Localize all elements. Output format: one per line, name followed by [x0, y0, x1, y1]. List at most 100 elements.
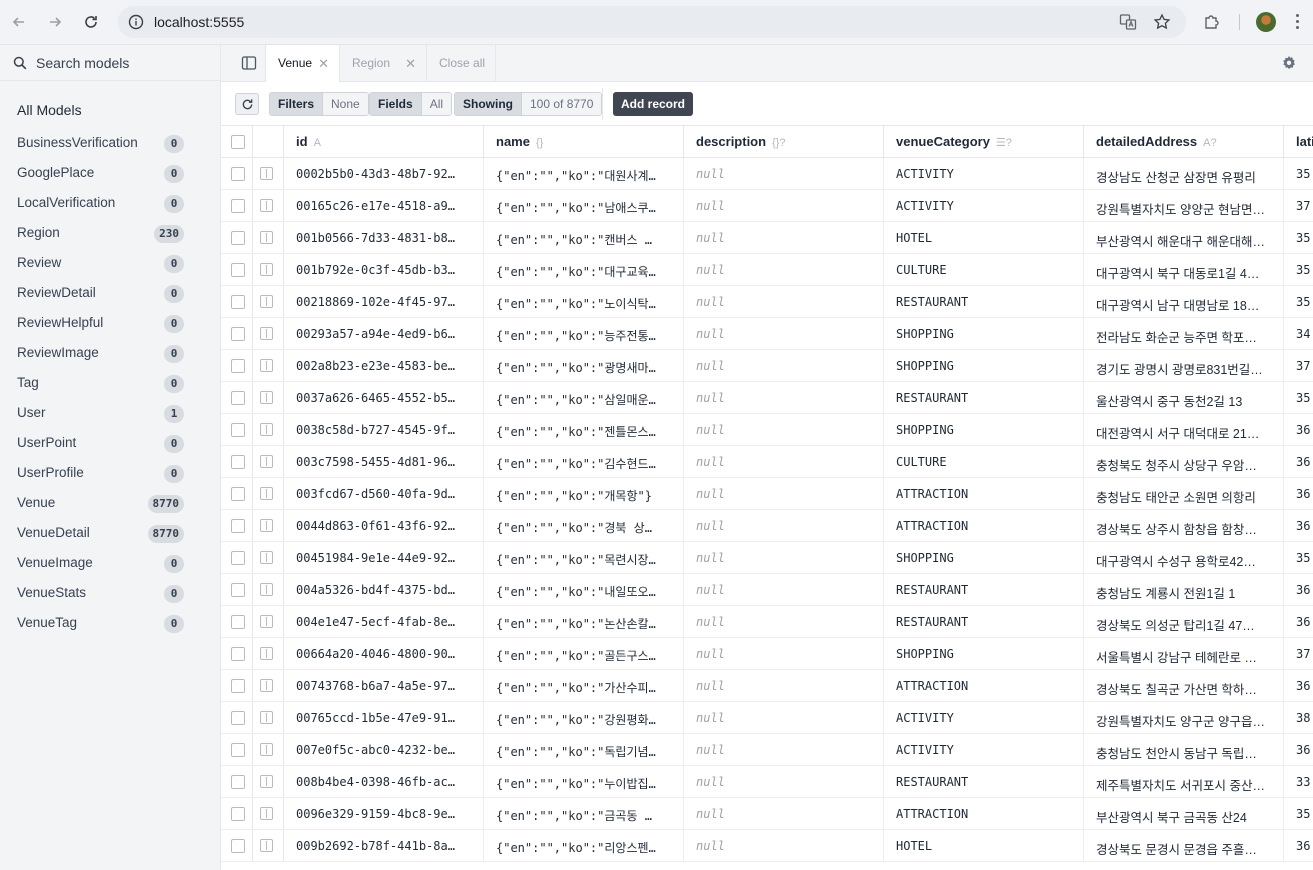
profile-avatar[interactable] [1256, 12, 1276, 32]
cell-description[interactable]: null [684, 830, 884, 861]
cell-category[interactable]: CULTURE [884, 254, 1084, 285]
row-checkbox[interactable] [231, 743, 245, 757]
cell-lat[interactable]: 36 [1284, 446, 1313, 477]
cell-address[interactable]: 경상북도 의성군 탑리1길 47… [1084, 606, 1284, 637]
expand-row-icon[interactable] [260, 199, 273, 212]
model-name[interactable]: BusinessVerification [17, 135, 138, 150]
cell-id[interactable]: 001b792e-0c3f-45db-b3… [284, 254, 484, 285]
cell-id[interactable]: 003c7598-5455-4d81-96… [284, 446, 484, 477]
cell-id[interactable]: 00451984-9e1e-44e9-92… [284, 542, 484, 573]
cell-description[interactable]: null [684, 222, 884, 253]
cell-address[interactable]: 서울특별시 강남구 테헤란로 … [1084, 638, 1284, 669]
sidebar-item-venue[interactable]: Venue 8770 [0, 488, 220, 518]
table-row[interactable]: 003fcd67-d560-40fa-9d… {"en":"","ko":"개목항… [221, 478, 1313, 510]
sidebar-item-venuedetail[interactable]: VenueDetail 8770 [0, 518, 220, 548]
cell-name[interactable]: {"en":"","ko":"김수현드… [484, 446, 684, 477]
expand-row-icon[interactable] [260, 807, 273, 820]
sidebar-toggle-icon[interactable] [241, 55, 257, 76]
cell-name[interactable]: {"en":"","ko":"대구교육… [484, 254, 684, 285]
cell-lat[interactable]: 35 [1284, 222, 1313, 253]
model-name[interactable]: UserProfile [17, 465, 84, 480]
expand-row-icon[interactable] [260, 455, 273, 468]
expand-row-icon[interactable] [260, 167, 273, 180]
cell-category[interactable]: ATTRACTION [884, 510, 1084, 541]
sidebar-item-businessverification[interactable]: BusinessVerification 0 [0, 128, 220, 158]
extensions-puzzle-icon[interactable] [1202, 12, 1222, 37]
cell-lat[interactable]: 38 [1284, 702, 1313, 733]
cell-description[interactable]: null [684, 350, 884, 381]
filters-value[interactable]: None [322, 93, 368, 115]
sidebar-item-userprofile[interactable]: UserProfile 0 [0, 458, 220, 488]
column-header-label[interactable]: detailedAddress [1096, 134, 1197, 149]
expand-row-icon[interactable] [260, 391, 273, 404]
expand-row-icon[interactable] [260, 551, 273, 564]
cell-category[interactable]: CULTURE [884, 446, 1084, 477]
cell-address[interactable]: 부산광역시 해운대구 해운대해… [1084, 222, 1284, 253]
cell-id[interactable]: 004e1e47-5ecf-4fab-8e… [284, 606, 484, 637]
row-checkbox[interactable] [231, 807, 245, 821]
cell-category[interactable]: SHOPPING [884, 638, 1084, 669]
cell-name[interactable]: {"en":"","ko":"골든구스… [484, 638, 684, 669]
column-header-lati[interactable]: lati [1284, 126, 1313, 157]
sidebar-item-tag[interactable]: Tag 0 [0, 368, 220, 398]
cell-lat[interactable]: 35 [1284, 254, 1313, 285]
all-models-link[interactable]: All Models [17, 102, 82, 118]
cell-id[interactable]: 00743768-b6a7-4a5e-97… [284, 670, 484, 701]
model-name[interactable]: ReviewHelpful [17, 315, 103, 330]
table-row[interactable]: 00765ccd-1b5e-47e9-91… {"en":"","ko":"강원평… [221, 702, 1313, 734]
table-row[interactable]: 0044d863-0f61-43f6-92… {"en":"","ko":"경북 … [221, 510, 1313, 542]
cell-category[interactable]: RESTAURANT [884, 606, 1084, 637]
model-name[interactable]: LocalVerification [17, 195, 115, 210]
tab-venue[interactable]: Venue ✕ [265, 45, 340, 82]
cell-id[interactable]: 0038c58d-b727-4545-9f… [284, 414, 484, 445]
table-row[interactable]: 002a8b23-e23e-4583-be… {"en":"","ko":"광명새… [221, 350, 1313, 382]
refresh-button[interactable] [235, 93, 259, 115]
expand-row-icon[interactable] [260, 519, 273, 532]
search-models-label[interactable]: Search models [36, 55, 129, 71]
cell-id[interactable]: 00765ccd-1b5e-47e9-91… [284, 702, 484, 733]
expand-row-icon[interactable] [260, 583, 273, 596]
cell-name[interactable]: {"en":"","ko":"내일또오… [484, 574, 684, 605]
cell-name[interactable]: {"en":"","ko":"능주전통… [484, 318, 684, 349]
row-checkbox[interactable] [231, 167, 245, 181]
cell-address[interactable]: 경상남도 산청군 삼장면 유평리 [1084, 158, 1284, 189]
cell-id[interactable]: 007e0f5c-abc0-4232-be… [284, 734, 484, 765]
cell-id[interactable]: 00218869-102e-4f45-97… [284, 286, 484, 317]
cell-id[interactable]: 009b2692-b78f-441b-8a… [284, 830, 484, 861]
model-name[interactable]: Venue [17, 495, 55, 510]
cell-description[interactable]: null [684, 638, 884, 669]
filters-control[interactable]: Filters None [269, 92, 369, 116]
cell-lat[interactable]: 37 [1284, 190, 1313, 221]
row-checkbox[interactable] [231, 231, 245, 245]
column-header-label[interactable]: lati [1296, 134, 1313, 149]
cell-name[interactable]: {"en":"","ko":"남애스쿠… [484, 190, 684, 221]
row-checkbox[interactable] [231, 199, 245, 213]
row-checkbox[interactable] [231, 391, 245, 405]
table-row[interactable]: 001b792e-0c3f-45db-b3… {"en":"","ko":"대구교… [221, 254, 1313, 286]
cell-address[interactable]: 경상북도 문경시 문경읍 주흘… [1084, 830, 1284, 861]
url-text[interactable]: localhost:5555 [154, 14, 244, 30]
cell-id[interactable]: 0096e329-9159-4bc8-9e… [284, 798, 484, 829]
cell-name[interactable]: {"en":"","ko":"캔버스 … [484, 222, 684, 253]
row-checkbox[interactable] [231, 263, 245, 277]
row-checkbox[interactable] [231, 359, 245, 373]
expand-row-icon[interactable] [260, 487, 273, 500]
cell-address[interactable]: 전라남도 화순군 능주면 학포… [1084, 318, 1284, 349]
sidebar-item-googleplace[interactable]: GooglePlace 0 [0, 158, 220, 188]
filters-label[interactable]: Filters [270, 93, 323, 115]
cell-id[interactable]: 0044d863-0f61-43f6-92… [284, 510, 484, 541]
cell-description[interactable]: null [684, 766, 884, 797]
close-all-tabs[interactable]: Close all [427, 45, 496, 82]
cell-description[interactable]: null [684, 286, 884, 317]
cell-name[interactable]: {"en":"","ko":"누이밥집… [484, 766, 684, 797]
sidebar-item-localverification[interactable]: LocalVerification 0 [0, 188, 220, 218]
cell-description[interactable]: null [684, 382, 884, 413]
table-row[interactable]: 007e0f5c-abc0-4232-be… {"en":"","ko":"독립기… [221, 734, 1313, 766]
cell-category[interactable]: HOTEL [884, 830, 1084, 861]
table-row[interactable]: 00165c26-e17e-4518-a9… {"en":"","ko":"남애스… [221, 190, 1313, 222]
cell-id[interactable]: 0037a626-6465-4552-b5… [284, 382, 484, 413]
sidebar-item-review[interactable]: Review 0 [0, 248, 220, 278]
sidebar-item-user[interactable]: User 1 [0, 398, 220, 428]
cell-lat[interactable]: 36 [1284, 606, 1313, 637]
cell-category[interactable]: SHOPPING [884, 350, 1084, 381]
